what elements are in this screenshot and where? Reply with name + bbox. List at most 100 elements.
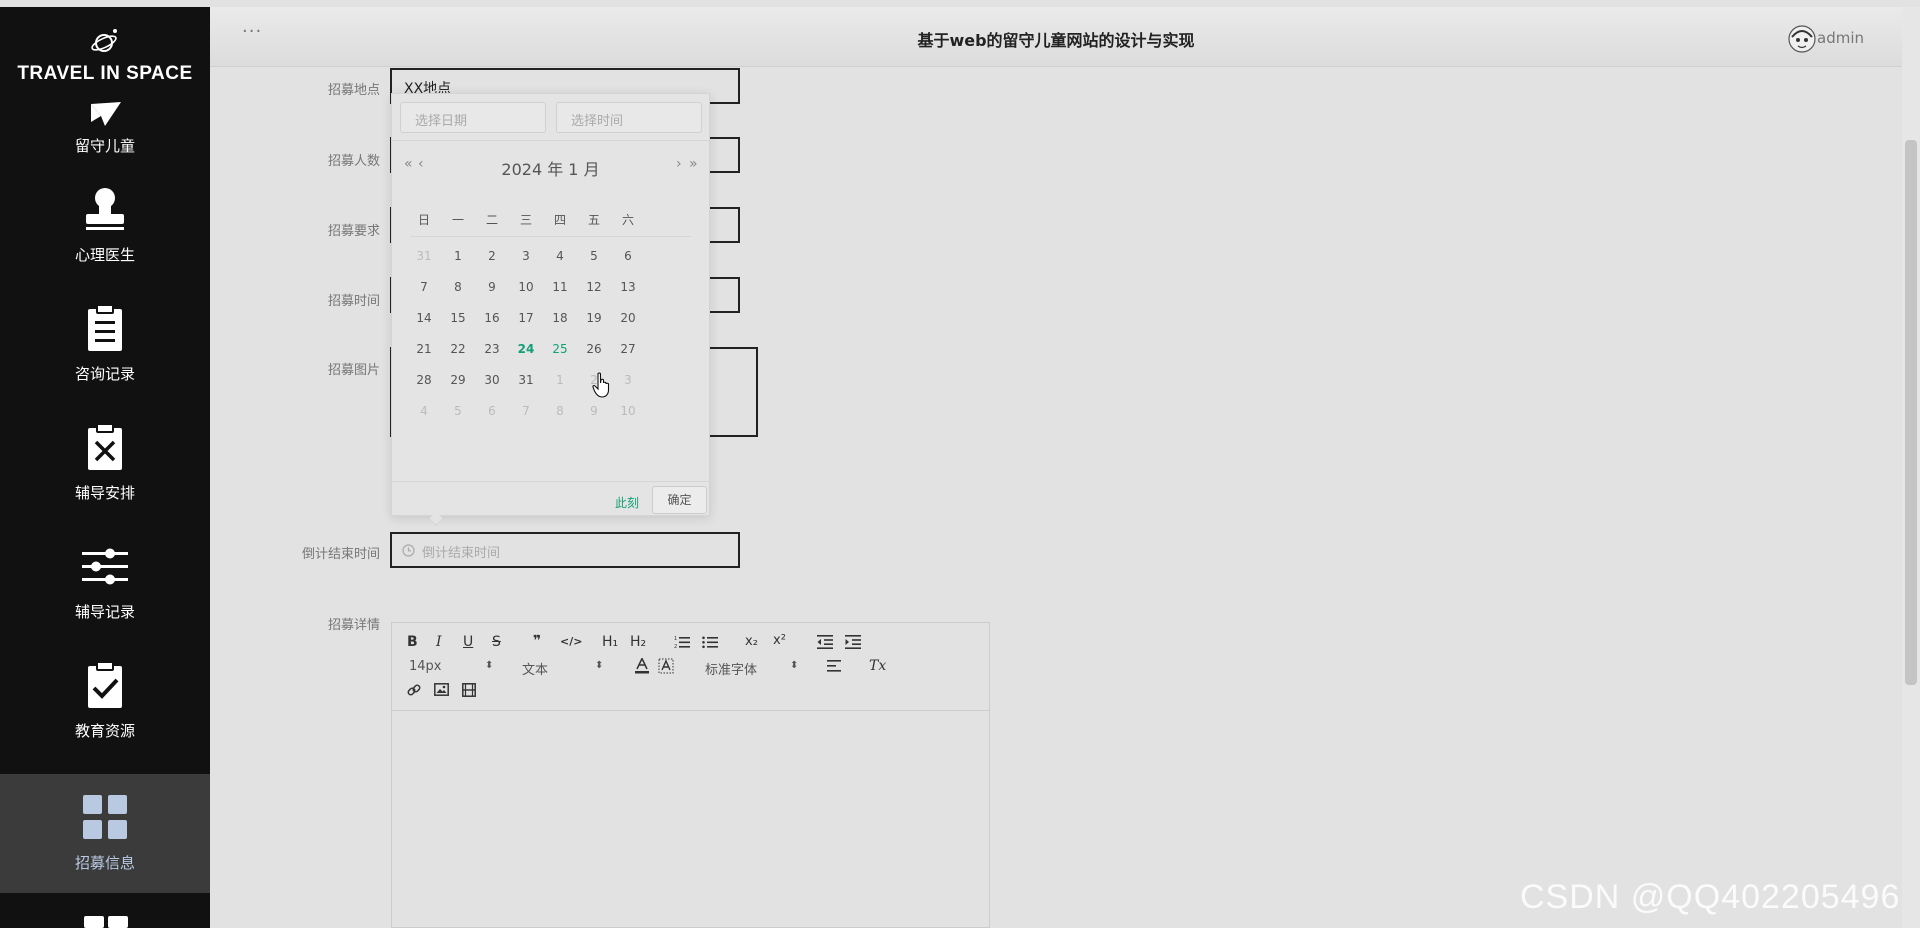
calendar-day[interactable]: 6: [477, 404, 507, 418]
calendar-day[interactable]: 27: [613, 342, 643, 356]
weekday-label: 四: [553, 213, 566, 227]
indent-icon[interactable]: [845, 635, 861, 649]
scrollbar-thumb[interactable]: [1905, 140, 1917, 685]
calendar-day[interactable]: 4: [409, 404, 439, 418]
calendar-day[interactable]: 18: [545, 311, 575, 325]
editor-toolbar: B I U S ❞ </> H₁ H₂ 12 x₂ x² 14px ⬍ 文本 ⬍…: [392, 623, 989, 711]
calendar-day[interactable]: 19: [579, 311, 609, 325]
date-input[interactable]: 选择日期: [400, 102, 546, 133]
heading-2-button[interactable]: H₂: [630, 634, 646, 650]
calendar-day[interactable]: 31: [409, 249, 439, 263]
calendar-day[interactable]: 3: [511, 249, 541, 263]
calendar-day[interactable]: 4: [545, 249, 575, 263]
outdent-icon[interactable]: [817, 635, 833, 649]
grid-icon: [84, 916, 128, 928]
planet-logo-icon: [91, 29, 117, 52]
calendar-day[interactable]: 10: [613, 404, 643, 418]
calendar-day[interactable]: 3: [613, 373, 643, 387]
clear-format-button[interactable]: Tx: [869, 658, 886, 674]
clipboard-x-icon: [80, 422, 130, 472]
time-input-picker[interactable]: 选择时间: [556, 102, 702, 133]
ordered-list-icon[interactable]: 12: [674, 635, 690, 649]
weekday-label: 二: [485, 213, 498, 227]
chevron-updown-icon: ⬍: [790, 660, 799, 671]
confirm-button[interactable]: 确定: [652, 486, 707, 514]
background-color-icon[interactable]: [658, 658, 674, 674]
calendar-day[interactable]: 20: [613, 311, 643, 325]
next-year-button[interactable]: »: [689, 156, 698, 172]
calendar-day[interactable]: 11: [545, 280, 575, 294]
align-left-icon[interactable]: [827, 660, 841, 672]
bullet-list-icon[interactable]: [702, 635, 718, 649]
blockquote-button[interactable]: ❞: [533, 633, 541, 649]
username[interactable]: admin: [1817, 29, 1864, 47]
calendar-day[interactable]: 10: [511, 280, 541, 294]
text-color-icon[interactable]: [635, 658, 649, 674]
calendar-day[interactable]: 24: [511, 342, 541, 356]
sliders-icon: [80, 541, 130, 591]
sidebar-item-left-behind-children[interactable]: 留守儿童: [0, 88, 210, 168]
brand-name: TRAVEL IN SPACE: [17, 63, 193, 84]
time-label: 招募时间: [327, 294, 380, 309]
calendar-day[interactable]: 8: [443, 280, 473, 294]
calendar-day[interactable]: 29: [443, 373, 473, 387]
calendar-day[interactable]: 21: [409, 342, 439, 356]
calendar-day[interactable]: 25: [545, 342, 575, 356]
subscript-button[interactable]: x₂: [745, 634, 758, 649]
sidebar-item-recruitment-info[interactable]: 招募信息: [0, 774, 210, 893]
calendar-day[interactable]: 7: [409, 280, 439, 294]
sidebar-item-psychologist[interactable]: 心理医生: [0, 172, 210, 291]
calendar-day[interactable]: 6: [613, 249, 643, 263]
calendar-day[interactable]: 13: [613, 280, 643, 294]
now-button[interactable]: 此刻: [615, 494, 639, 511]
calendar-day[interactable]: 1: [443, 249, 473, 263]
sidebar-item-tutoring-records[interactable]: 辅导记录: [0, 529, 210, 648]
sidebar-item-consultation-records[interactable]: 咨询记录: [0, 291, 210, 410]
code-block-button[interactable]: </>: [560, 635, 582, 648]
font-family-select[interactable]: 标准字体: [705, 659, 757, 678]
video-icon[interactable]: [462, 683, 476, 697]
image-icon[interactable]: [434, 683, 449, 696]
calendar-day[interactable]: 23: [477, 342, 507, 356]
calendar-day[interactable]: 2: [477, 249, 507, 263]
calendar-day[interactable]: 22: [443, 342, 473, 356]
calendar-day[interactable]: 1: [545, 373, 575, 387]
sidebar-item-tutoring-schedule[interactable]: 辅导安排: [0, 410, 210, 529]
font-size-select[interactable]: 14px: [409, 659, 442, 674]
avatar[interactable]: [1788, 25, 1816, 53]
calendar-day[interactable]: 31: [511, 373, 541, 387]
calendar-day[interactable]: 9: [579, 404, 609, 418]
requirement-label: 招募要求: [327, 224, 380, 239]
brand: TRAVEL IN SPACE: [0, 7, 210, 89]
weekday-label: 日: [417, 213, 430, 227]
top-bar: ··· 基于web的留守儿童网站的设计与实现 admin: [210, 7, 1902, 67]
calendar-day[interactable]: 15: [443, 311, 473, 325]
sidebar-item-education-resources[interactable]: 教育资源: [0, 648, 210, 767]
heading-1-button[interactable]: H₁: [602, 634, 618, 650]
header-select[interactable]: 文本: [522, 659, 548, 678]
next-month-button[interactable]: ›: [676, 156, 682, 172]
countdown-input[interactable]: 倒计结束时间: [390, 532, 740, 568]
calendar-day[interactable]: 14: [409, 311, 439, 325]
bold-button[interactable]: B: [407, 634, 418, 650]
italic-button[interactable]: I: [436, 634, 442, 650]
calendar-day[interactable]: 17: [511, 311, 541, 325]
calendar-day[interactable]: 28: [409, 373, 439, 387]
superscript-button[interactable]: x²: [773, 633, 786, 648]
underline-button[interactable]: U: [463, 634, 473, 650]
clock-icon: [402, 544, 415, 557]
calendar-day[interactable]: 8: [545, 404, 575, 418]
strike-button[interactable]: S: [492, 634, 501, 650]
calendar-day[interactable]: 5: [443, 404, 473, 418]
weekday-label: 一: [451, 213, 464, 227]
countdown-label: 倒计结束时间: [301, 547, 380, 562]
calendar-day[interactable]: 30: [477, 373, 507, 387]
calendar-day[interactable]: 16: [477, 311, 507, 325]
calendar-day[interactable]: 9: [477, 280, 507, 294]
calendar-day[interactable]: 12: [579, 280, 609, 294]
link-icon[interactable]: [407, 683, 421, 697]
calendar-day[interactable]: 5: [579, 249, 609, 263]
sidebar-item-label: 辅导安排: [74, 484, 135, 502]
calendar-day[interactable]: 26: [579, 342, 609, 356]
calendar-day[interactable]: 7: [511, 404, 541, 418]
